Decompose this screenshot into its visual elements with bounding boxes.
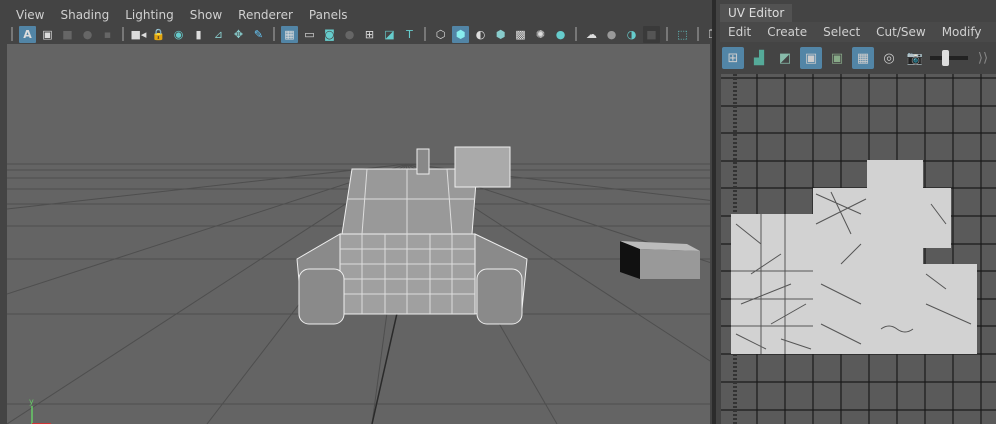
menu-lighting[interactable]: Lighting <box>117 6 182 24</box>
tank-model <box>296 146 528 325</box>
uv-shell-icon[interactable]: ⊞ <box>722 47 744 69</box>
menu-cut-sew[interactable]: Cut/Sew <box>868 22 934 42</box>
viewport-panel: View Shading Lighting Show Renderer Pane… <box>0 0 738 424</box>
separator <box>11 27 13 41</box>
wireframe-on-shaded-icon[interactable]: ⬢ <box>492 26 509 43</box>
bookmark-flag-icon[interactable]: ▮ <box>190 26 207 43</box>
image-plane-icon[interactable]: ● <box>79 26 96 43</box>
uv-editor-menubar: Edit Create Select Cut/Sew Modify <box>720 22 996 42</box>
field-chart-icon[interactable]: ⊞ <box>361 26 378 43</box>
menu-shading[interactable]: Shading <box>52 6 117 24</box>
shadows-icon[interactable]: ● <box>552 26 569 43</box>
lock-camera-icon[interactable]: 🔒 <box>150 26 167 43</box>
smooth-shade-icon[interactable]: ⬢ <box>452 25 469 43</box>
viewport-toolbar: A ▣ ■ ● ▪ ■◂ 🔒 ◉ ▮ ⊿ ✥ ✎ ▦ ▭ ◙ ● ⊞ ◪ T ⬡… <box>8 24 742 44</box>
screen-space-ao-icon[interactable]: ☁ <box>583 26 600 43</box>
uv-canvas[interactable] <box>721 74 996 424</box>
menu-edit[interactable]: Edit <box>720 22 759 42</box>
menu-show[interactable]: Show <box>182 6 230 24</box>
gate-mask-icon[interactable]: ● <box>341 26 358 43</box>
menu-renderer[interactable]: Renderer <box>230 6 301 24</box>
resolution-gate-icon[interactable]: ◙ <box>321 26 338 43</box>
show-uv-borders-icon[interactable]: ▣ <box>800 47 822 69</box>
select-camera-icon[interactable]: A <box>19 25 36 43</box>
separator <box>666 27 668 41</box>
camera-settings-icon[interactable]: ◉ <box>170 26 187 43</box>
menu-create[interactable]: Create <box>759 22 815 42</box>
shaded-uv-icon[interactable]: ◎ <box>878 47 900 69</box>
uv-backface-icon[interactable]: ◩ <box>774 47 796 69</box>
grid-icon[interactable]: ▦ <box>281 25 298 43</box>
3d-viewport[interactable]: y <box>7 44 710 424</box>
brightness-slider[interactable] <box>930 50 968 66</box>
camera-attributes-icon[interactable]: ▣ <box>39 26 56 43</box>
more-icon[interactable]: ⟩⟩ <box>972 47 994 69</box>
uv-editor-panel: UV Editor Edit Create Select Cut/Sew Mod… <box>716 0 996 424</box>
textured-icon[interactable]: ▩ <box>512 26 529 43</box>
menu-modify[interactable]: Modify <box>934 22 990 42</box>
uv-editor-tab[interactable]: UV Editor <box>720 4 792 22</box>
menu-view[interactable]: View <box>8 6 52 24</box>
camera-icon[interactable]: ■◂ <box>130 26 147 43</box>
safe-action-icon[interactable]: ◪ <box>381 26 398 43</box>
pencil-icon[interactable]: ✎ <box>250 26 267 43</box>
separator <box>424 27 426 41</box>
uv-shells <box>731 160 977 354</box>
isolate-select-icon[interactable]: ⬚ <box>674 26 691 43</box>
uv-editor-toolbar: ⊞ ▟ ◩ ▣ ▣ ▦ ◎ 📷 ⟩⟩ <box>722 47 994 69</box>
separator <box>575 27 577 41</box>
uv-layout <box>721 74 996 424</box>
box-model <box>620 241 700 279</box>
depth-of-field-icon[interactable]: ■ <box>643 25 660 43</box>
image-display-icon[interactable]: 📷 <box>904 47 926 69</box>
uv-distortion-icon[interactable]: ▣ <box>826 47 848 69</box>
grease-pencil-icon[interactable]: ⊿ <box>210 26 227 43</box>
safe-title-icon[interactable]: T <box>401 26 418 43</box>
anti-aliasing-icon[interactable]: ◑ <box>623 26 640 43</box>
default-material-icon[interactable]: ◐ <box>472 26 489 43</box>
2d-pan-zoom-icon[interactable]: ▪ <box>99 26 116 43</box>
uv-component-icon[interactable]: ▟ <box>748 47 770 69</box>
axis-y-label: y <box>29 397 34 406</box>
2d-pan-zoom-icon[interactable]: ✥ <box>230 26 247 43</box>
axis-gizmo: y <box>29 397 51 424</box>
checker-icon[interactable]: ▦ <box>852 47 874 69</box>
scene: y <box>7 146 710 424</box>
motion-blur-icon[interactable]: ● <box>603 26 620 43</box>
separator <box>697 27 699 41</box>
viewport-menubar: View Shading Lighting Show Renderer Pane… <box>8 6 356 24</box>
bookmark-icon[interactable]: ■ <box>59 26 76 43</box>
film-gate-icon[interactable]: ▭ <box>301 26 318 43</box>
separator <box>273 27 275 41</box>
wireframe-icon[interactable]: ⬡ <box>432 26 449 43</box>
menu-panels[interactable]: Panels <box>301 6 356 24</box>
lights-icon[interactable]: ✺ <box>532 26 549 43</box>
menu-select[interactable]: Select <box>815 22 868 42</box>
separator <box>122 27 124 41</box>
